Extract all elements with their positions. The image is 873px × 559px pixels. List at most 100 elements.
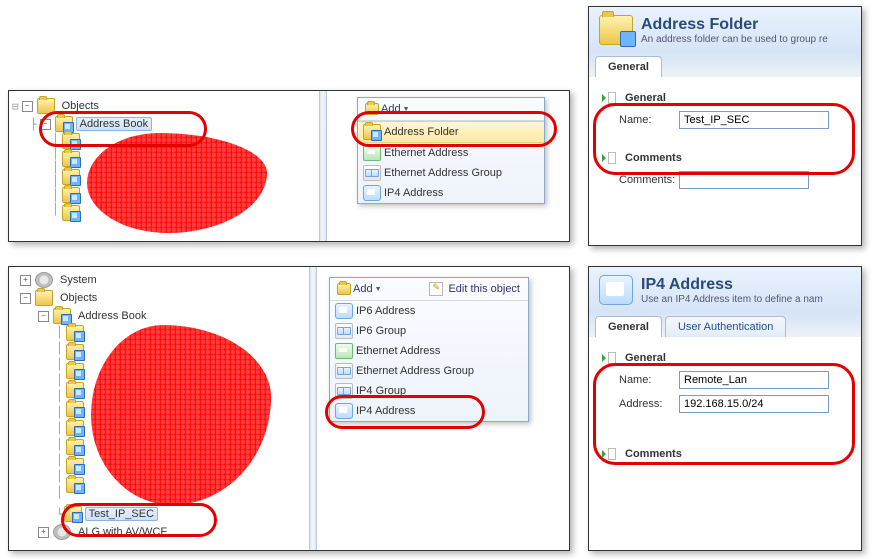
address-folder-icon: [62, 151, 80, 167]
section-title: Comments: [625, 152, 682, 164]
folder-icon: [35, 290, 53, 306]
menu-item-ip6-address[interactable]: IP6 Address: [330, 301, 528, 321]
object-tree: + System − Objects − Address Book ││││││…: [9, 267, 307, 545]
tree-label: Objects: [58, 99, 103, 113]
panel-tree-addressbook: ⊟ − Objects ├ − Address Book ││││││: [8, 90, 570, 242]
menu-item-label: Ethernet Address: [356, 345, 440, 357]
address-folder-icon: [62, 187, 80, 203]
tree-label: System: [56, 273, 101, 287]
collapse-icon[interactable]: −: [22, 101, 33, 112]
address-folder-icon: [62, 133, 80, 149]
group-icon: [335, 323, 353, 339]
field-comments: Comments:: [619, 171, 849, 189]
ip4-icon: [363, 185, 381, 201]
tab-user-authentication[interactable]: User Authentication: [665, 316, 786, 337]
group-icon: [335, 363, 353, 379]
menu-item-ip4-address[interactable]: IP4 Address: [330, 401, 528, 421]
tab-strip: General: [589, 53, 861, 77]
tree-node-system[interactable]: + System: [11, 271, 307, 289]
name-input[interactable]: [679, 111, 829, 129]
add-icon: [365, 103, 379, 115]
add-dropdown-button[interactable]: Add: [353, 283, 373, 295]
menu-item-ip4-address[interactable]: IP4 Address: [358, 183, 544, 203]
form-body: General Name: Comments Comments:: [589, 77, 861, 246]
tab-general[interactable]: General: [595, 316, 662, 337]
form-subtitle: Use an IP4 Address item to define a nam: [641, 294, 823, 305]
tree-node-objects[interactable]: ⊟ − Objects: [11, 97, 311, 115]
section-arrow-icon: [602, 151, 618, 165]
expand-icon[interactable]: +: [20, 275, 31, 286]
edit-object-link[interactable]: Edit this object: [448, 283, 520, 295]
menu-item-label: Ethernet Address: [384, 147, 468, 159]
section-arrow-icon: [602, 447, 618, 461]
menu-item-ethernet-address-group[interactable]: Ethernet Address Group: [358, 163, 544, 183]
menu-item-ip4-group[interactable]: IP4 Group: [330, 381, 528, 401]
address-folder-icon: [66, 344, 84, 360]
collapse-icon[interactable]: −: [20, 293, 31, 304]
field-name: Name:: [619, 111, 849, 129]
address-folder-large-icon: [599, 15, 633, 45]
address-folder-icon: [66, 401, 84, 417]
ethernet-icon: [335, 343, 353, 359]
menu-item-ethernet-address-group[interactable]: Ethernet Address Group: [330, 361, 528, 381]
tree-node-objects[interactable]: − Objects: [11, 289, 307, 307]
tree-node-test-ipsec[interactable]: └ Test_IP_SEC: [11, 505, 307, 523]
section-general-header: General: [601, 91, 849, 105]
chevron-down-icon[interactable]: ▼: [375, 286, 382, 293]
object-tree: ⊟ − Objects ├ − Address Book ││││││: [9, 93, 311, 237]
add-context-menu: Add ▼ Address Folder Ethernet Address Et…: [357, 97, 545, 204]
group-icon: [363, 165, 381, 181]
name-label: Name:: [619, 114, 679, 126]
name-input[interactable]: [679, 371, 829, 389]
address-folder-icon: [64, 506, 82, 522]
section-arrow-icon: [602, 351, 618, 365]
menu-item-label: IP4 Address: [356, 405, 415, 417]
menu-item-ethernet-address[interactable]: Ethernet Address: [358, 143, 544, 163]
section-title: General: [625, 352, 666, 364]
section-title: Comments: [625, 448, 682, 460]
chevron-down-icon[interactable]: ▼: [403, 106, 410, 113]
redaction-mark: [87, 133, 267, 233]
tree-node-address-book[interactable]: ├ − Address Book: [11, 115, 311, 133]
comments-input[interactable]: [679, 171, 809, 189]
section-title: General: [625, 92, 666, 104]
panel-tree-test-ipsec: + System − Objects − Address Book ││││││…: [8, 266, 570, 551]
add-icon: [337, 283, 351, 295]
form-title: IP4 Address: [641, 276, 823, 294]
form-title: Address Folder: [641, 16, 828, 34]
expand-icon[interactable]: +: [38, 527, 49, 538]
splitter[interactable]: [319, 91, 327, 241]
menu-item-ethernet-address[interactable]: Ethernet Address: [330, 341, 528, 361]
menu-item-address-folder[interactable]: Address Folder: [358, 121, 544, 143]
tab-general[interactable]: General: [595, 56, 662, 77]
address-folder-icon: [66, 458, 84, 474]
add-dropdown-button[interactable]: Add: [381, 103, 401, 115]
splitter[interactable]: [309, 267, 317, 550]
comments-label: Comments:: [619, 174, 679, 186]
address-folder-icon: [363, 124, 381, 140]
folder-icon: [37, 98, 55, 114]
menu-item-ip6-group[interactable]: IP6 Group: [330, 321, 528, 341]
add-context-menu: Add ▼ Edit this object IP6 Address IP6 G…: [329, 277, 529, 422]
address-input[interactable]: [679, 395, 829, 413]
menu-item-label: Address Folder: [384, 126, 459, 138]
address-book-icon: [53, 308, 71, 324]
menu-item-label: IP6 Group: [356, 325, 406, 337]
collapse-icon[interactable]: −: [38, 311, 49, 322]
menu-header: Add ▼: [358, 98, 544, 121]
form-body: General Name: Address: Comments: [589, 337, 861, 551]
collapse-icon[interactable]: −: [40, 119, 51, 130]
tree-label: Test_IP_SEC: [85, 507, 158, 521]
menu-item-label: IP6 Address: [356, 305, 415, 317]
ethernet-icon: [363, 145, 381, 161]
address-folder-icon: [62, 169, 80, 185]
tree-node-address-book[interactable]: − Address Book: [11, 307, 307, 325]
form-subtitle: An address folder can be used to group r…: [641, 34, 828, 45]
tree-node-alg[interactable]: + ALG with AV/WCF: [11, 523, 307, 541]
ip4-icon: [335, 403, 353, 419]
address-folder-icon: [66, 382, 84, 398]
tree-label: Address Book: [76, 117, 152, 131]
gear-icon: [53, 524, 71, 540]
section-comments-header: Comments: [601, 447, 849, 461]
section-general-header: General: [601, 351, 849, 365]
